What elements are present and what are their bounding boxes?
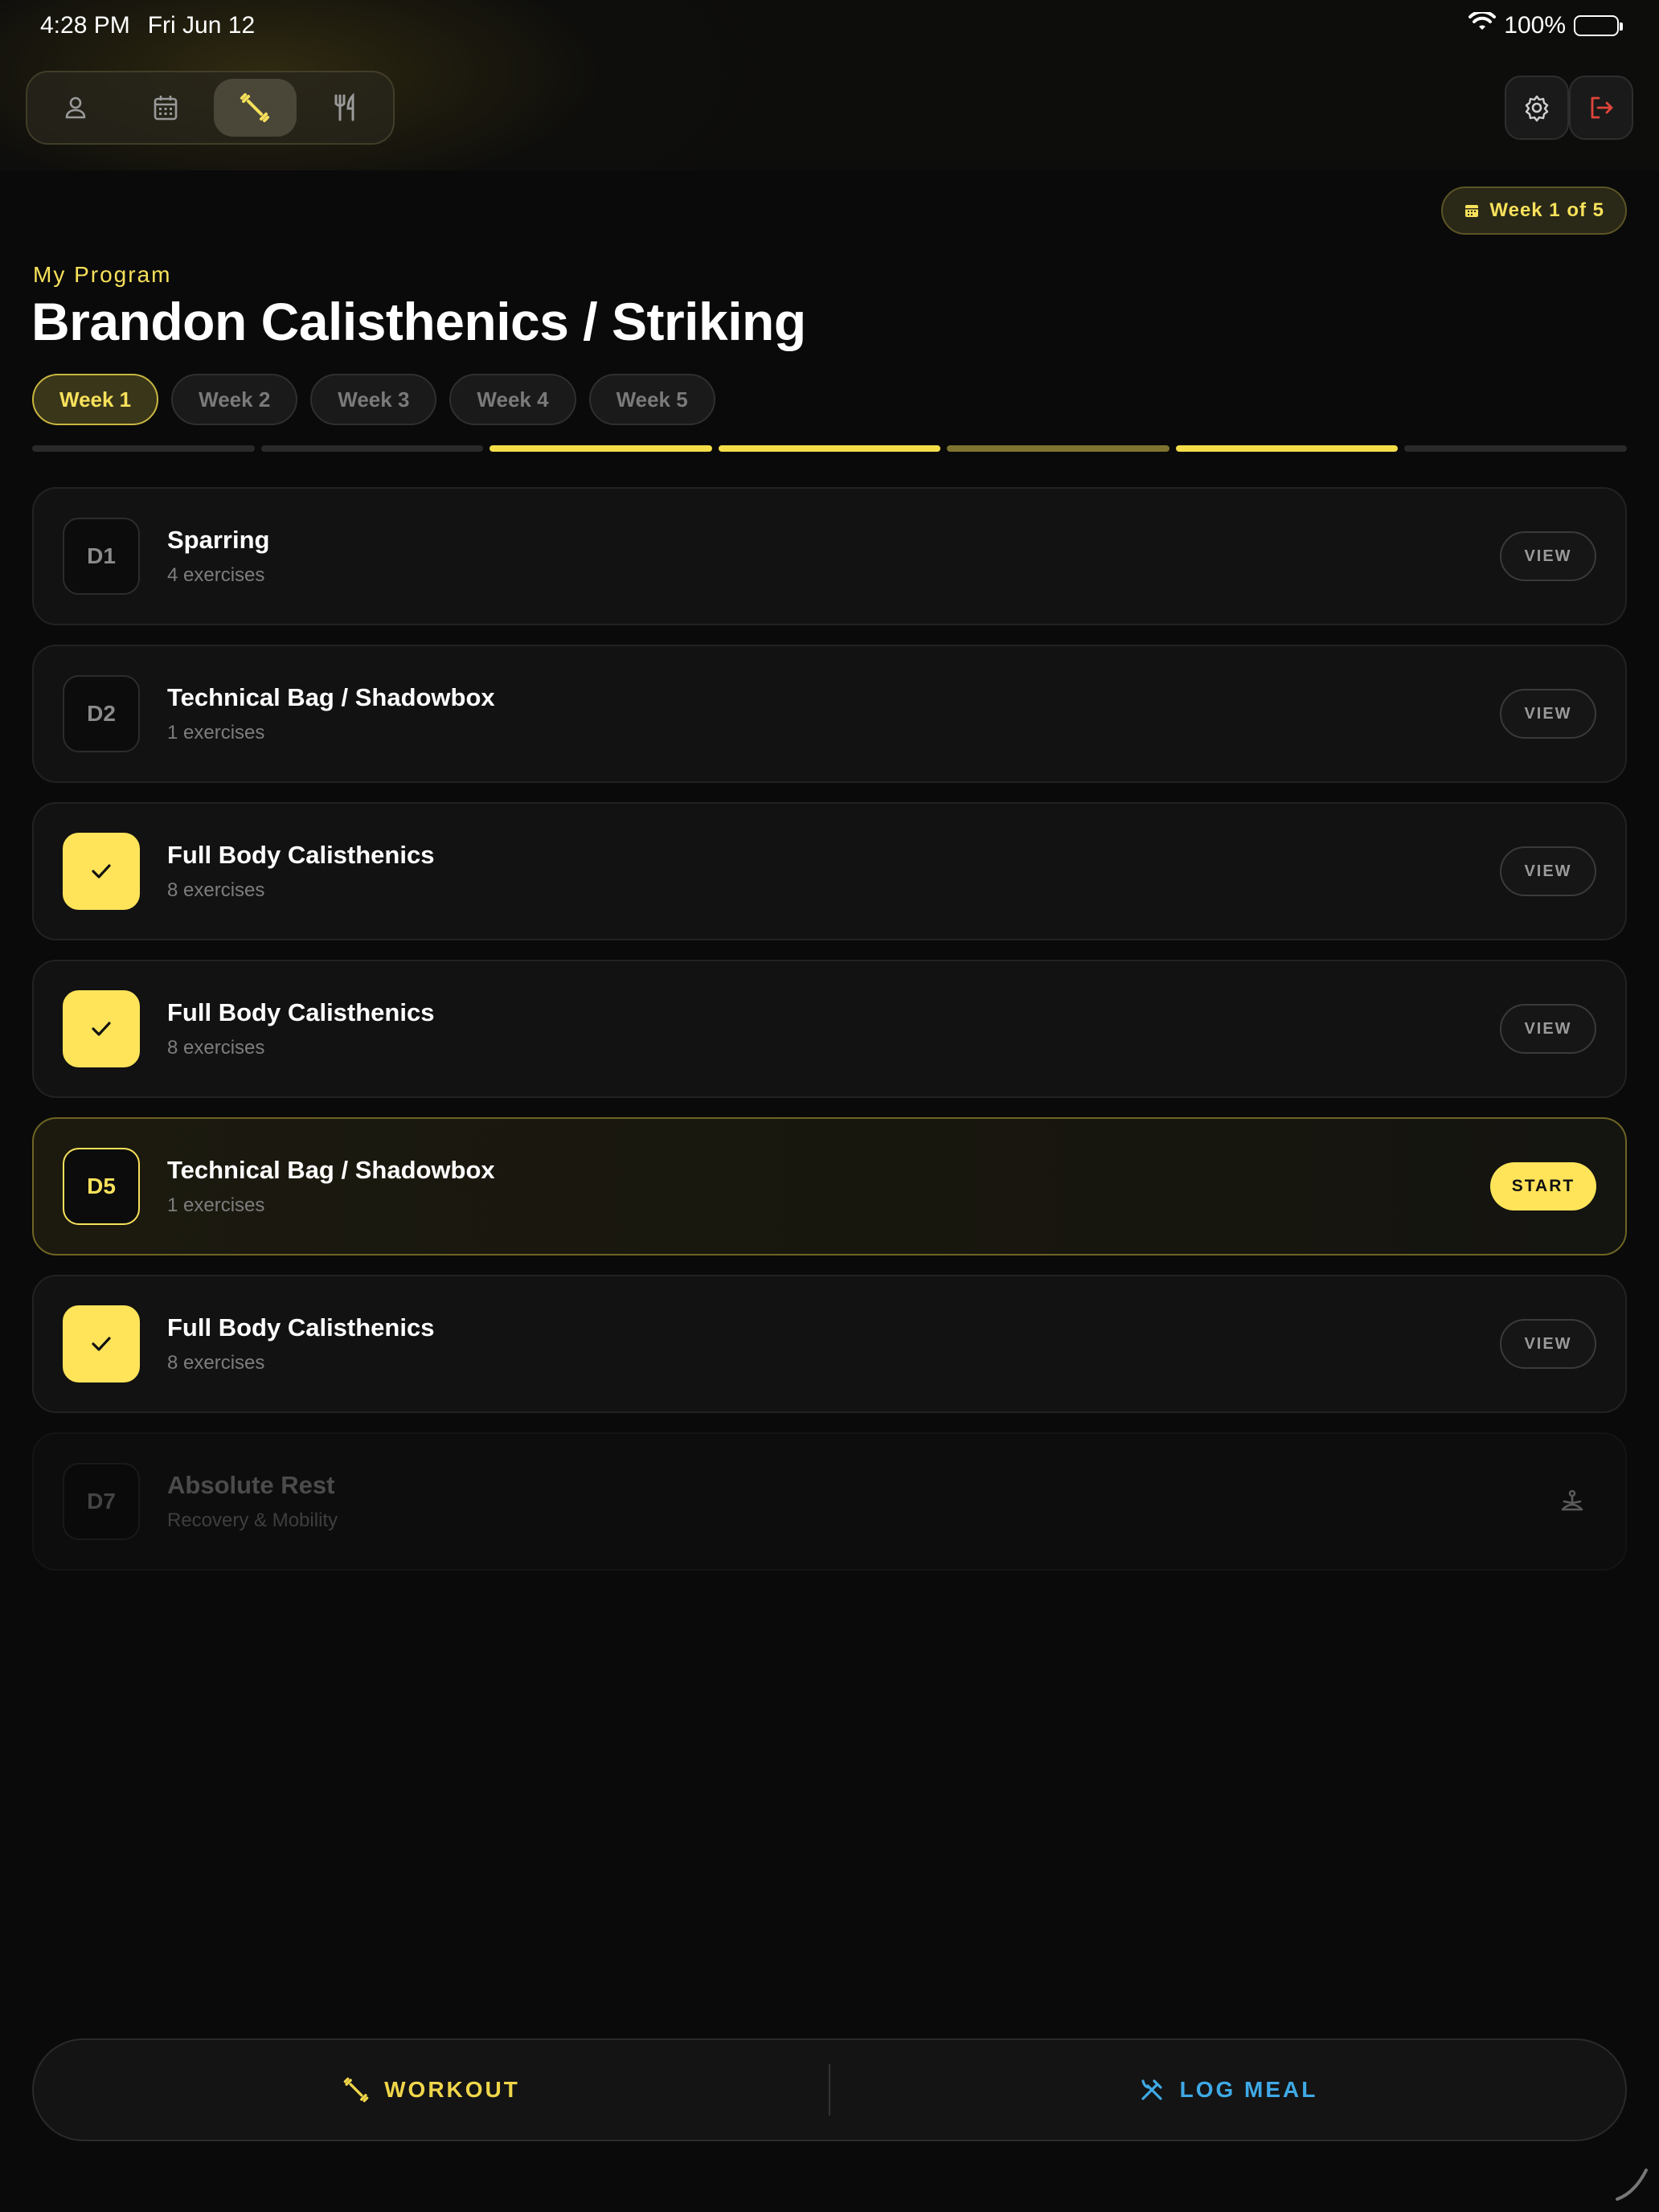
day-name: Full Body Calisthenics — [167, 841, 435, 869]
progress-segment-d5 — [947, 445, 1169, 452]
progress-segment-d3 — [490, 445, 712, 452]
day-name: Sparring — [167, 526, 270, 554]
day-card-d2[interactable]: D2 Technical Bag / Shadowbox 1 exercises… — [32, 645, 1627, 783]
view-button[interactable]: VIEW — [1500, 1319, 1596, 1369]
day-list: D1 Sparring 4 exercises VIEW D2 Technica… — [32, 487, 1627, 1590]
tab-week-3[interactable]: Week 3 — [310, 374, 437, 425]
log-meal-button[interactable]: LOG MEAL — [830, 2076, 1625, 2103]
completed-badge — [63, 833, 140, 910]
dumbbell-icon — [240, 93, 270, 122]
progress-segment-d4 — [718, 445, 941, 452]
day-card-d7: D7 Absolute Rest Recovery & Mobility — [32, 1432, 1627, 1571]
start-button[interactable]: START — [1490, 1162, 1596, 1210]
status-time: 4:28 PM — [40, 12, 130, 39]
tab-week-4[interactable]: Week 4 — [449, 374, 576, 425]
battery-icon — [1574, 15, 1623, 36]
completed-badge — [63, 990, 140, 1067]
progress-segment-d7 — [1404, 445, 1628, 452]
day-name: Full Body Calisthenics — [167, 1313, 435, 1342]
view-button[interactable]: VIEW — [1500, 531, 1596, 581]
progress-segment-d2 — [260, 445, 484, 452]
day-exercise-count: 1 exercises — [167, 1194, 265, 1216]
battery-percent: 100% — [1504, 12, 1566, 39]
calendar-icon — [154, 96, 177, 121]
day-card-d4[interactable]: Full Body Calisthenics 8 exercises VIEW — [32, 960, 1627, 1098]
day-exercise-count: 4 exercises — [167, 564, 265, 586]
day-name: Technical Bag / Shadowbox — [167, 683, 495, 711]
day-card-d1[interactable]: D1 Sparring 4 exercises VIEW — [32, 487, 1627, 625]
checkmark-icon — [92, 1337, 111, 1351]
week-progress-bar — [32, 445, 1628, 452]
day-card-d5[interactable]: D5 Technical Bag / Shadowbox 1 exercises… — [32, 1117, 1627, 1256]
tab-week-5[interactable]: Week 5 — [588, 374, 715, 425]
day-name: Absolute Rest — [167, 1471, 335, 1499]
checkmark-icon — [92, 1022, 111, 1036]
dumbbell-icon — [343, 2077, 369, 2103]
nav-profile[interactable] — [34, 79, 117, 137]
fork-knife-icon — [334, 92, 354, 121]
day-card-d3[interactable]: Full Body Calisthenics 8 exercises VIEW — [32, 802, 1627, 940]
fork-knife-icon — [1141, 2079, 1162, 2100]
day-name: Technical Bag / Shadowbox — [167, 1156, 495, 1184]
progress-segment-d6 — [1175, 445, 1399, 452]
day-exercise-count: 8 exercises — [167, 1352, 265, 1374]
day-subtitle: Recovery & Mobility — [167, 1509, 338, 1531]
profile-icon — [65, 96, 86, 119]
meditation-icon — [1548, 1477, 1596, 1526]
logout-icon — [1591, 96, 1613, 119]
day-exercise-count: 8 exercises — [167, 1037, 265, 1059]
view-button[interactable]: VIEW — [1500, 689, 1596, 739]
week-indicator-badge: Week 1 of 5 — [1441, 186, 1627, 235]
workout-button[interactable]: WORKOUT — [34, 2076, 829, 2103]
settings-button[interactable] — [1505, 76, 1569, 140]
day-exercise-count: 8 exercises — [167, 879, 265, 901]
top-nav — [26, 71, 395, 145]
gear-icon — [1525, 95, 1549, 122]
week-tabs: Week 1 Week 2 Week 3 Week 4 Week 5 — [32, 374, 715, 425]
resize-handle-icon — [1616, 2169, 1648, 2201]
day-badge: D5 — [63, 1148, 140, 1225]
workout-label: WORKOUT — [384, 2077, 520, 2102]
nav-workout[interactable] — [213, 79, 297, 137]
nav-meals[interactable] — [303, 79, 387, 137]
completed-badge — [63, 1305, 140, 1382]
day-card-d6[interactable]: Full Body Calisthenics 8 exercises VIEW — [32, 1275, 1627, 1413]
week-badge-label: Week 1 of 5 — [1489, 199, 1604, 221]
day-exercise-count: 1 exercises — [167, 722, 265, 743]
status-bar: 4:28 PM Fri Jun 12 100% — [0, 0, 1659, 51]
day-name: Full Body Calisthenics — [167, 998, 435, 1026]
section-eyebrow: My Program — [33, 262, 172, 287]
logout-button[interactable] — [1569, 76, 1633, 140]
view-button[interactable]: VIEW — [1500, 1004, 1596, 1054]
nav-calendar[interactable] — [124, 79, 207, 137]
tab-week-2[interactable]: Week 2 — [171, 374, 298, 425]
view-button[interactable]: VIEW — [1500, 846, 1596, 896]
bottom-action-bar: WORKOUT LOG MEAL — [32, 2038, 1627, 2141]
calendar-icon — [1465, 205, 1479, 217]
checkmark-icon — [92, 864, 111, 879]
status-date: Fri Jun 12 — [147, 12, 256, 39]
day-badge: D7 — [63, 1463, 140, 1540]
day-badge: D1 — [63, 518, 140, 595]
page-title: Brandon Calisthenics / Striking — [31, 292, 806, 351]
tab-week-1[interactable]: Week 1 — [32, 374, 159, 425]
wifi-icon — [1469, 10, 1497, 39]
progress-segment-d1 — [32, 445, 255, 452]
log-meal-label: LOG MEAL — [1179, 2077, 1318, 2102]
day-badge: D2 — [63, 675, 140, 752]
